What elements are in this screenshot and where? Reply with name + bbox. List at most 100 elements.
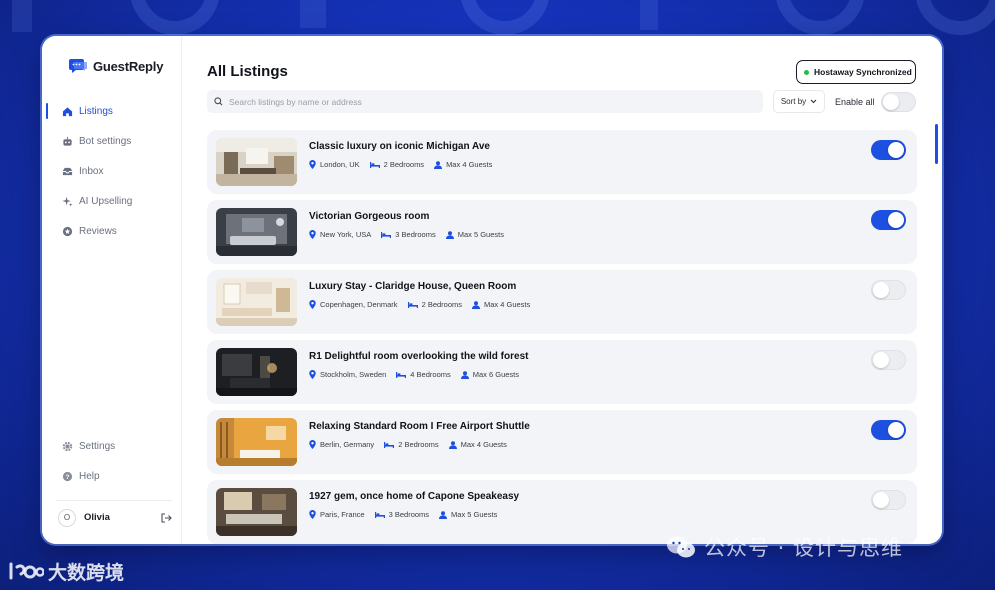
listing-card[interactable]: Victorian Gorgeous room New York, USA 3 … — [207, 200, 917, 264]
listing-card[interactable]: Relaxing Standard Room I Free Airport Sh… — [207, 410, 917, 474]
listing-title: Luxury Stay - Claridge House, Queen Room — [309, 281, 517, 292]
user-name: Olivia — [84, 512, 110, 523]
sort-by-dropdown[interactable]: Sort by — [773, 90, 825, 113]
sidebar-item-settings[interactable]: Settings — [42, 431, 182, 461]
listing-guests: Max 6 Guests — [472, 370, 520, 379]
search-icon — [214, 97, 223, 106]
star-icon — [62, 226, 73, 236]
location-pin-icon — [309, 160, 316, 169]
inbox-icon — [62, 167, 73, 175]
listing-title: 1927 gem, once home of Capone Speakeasy — [309, 491, 520, 502]
brand-logo-icon — [9, 562, 44, 579]
listing-card[interactable]: Classic luxury on iconic Michigan Ave Lo… — [207, 130, 917, 194]
listing-bedrooms: 2 Bedrooms — [398, 440, 439, 449]
location-pin-icon — [309, 230, 316, 239]
search-bar — [207, 90, 763, 113]
listing-toggle[interactable] — [871, 350, 906, 370]
listing-bedrooms: 2 Bedrooms — [421, 300, 462, 309]
listing-location: New York, USA — [320, 230, 372, 239]
bed-icon — [384, 442, 395, 448]
home-icon — [62, 106, 73, 116]
sidebar-item-label: Help — [79, 470, 100, 482]
listing-card[interactable]: Luxury Stay - Claridge House, Queen Room… — [207, 270, 917, 334]
listing-thumbnail — [216, 138, 297, 186]
sidebar-item-listings[interactable]: Listings — [42, 96, 182, 126]
sidebar: GuestReply Listings Bot settings Inbox A… — [42, 36, 182, 544]
watermark-right-text: 公众号 · 设计与思维 — [704, 536, 904, 560]
listing-guests: Max 4 Guests — [460, 440, 507, 449]
listing-card[interactable]: R1 Delightful room overlooking the wild … — [207, 340, 917, 404]
listing-bedrooms: 4 Bedrooms — [410, 370, 451, 379]
listing-location: Stockholm, Sweden — [320, 370, 387, 379]
listing-toggle[interactable] — [871, 210, 906, 230]
location-pin-icon — [309, 370, 316, 379]
enable-all-label: Enable all — [835, 97, 875, 107]
sync-status-badge[interactable]: Hostaway Synchronized — [796, 60, 916, 84]
listing-location: Copenhagen, Denmark — [320, 300, 398, 309]
listing-title: Relaxing Standard Room I Free Airport Sh… — [309, 421, 530, 432]
listing-bedrooms: 3 Bedrooms — [395, 230, 436, 239]
listing-thumbnail — [216, 488, 297, 536]
sidebar-item-bot-settings[interactable]: Bot settings — [42, 126, 182, 156]
enable-all-control: Enable all — [835, 92, 916, 112]
listing-meta: Stockholm, Sweden 4 Bedrooms Max 6 Guest… — [309, 370, 519, 379]
user-profile[interactable]: O Olivia — [56, 500, 172, 534]
sidebar-item-reviews[interactable]: Reviews — [42, 216, 182, 246]
svg-text:?: ? — [66, 473, 70, 480]
enable-all-toggle[interactable] — [880, 92, 916, 112]
bed-icon — [396, 372, 407, 378]
sidebar-bottom-nav: Settings ? Help — [42, 431, 182, 491]
bed-icon — [381, 232, 392, 238]
scrollbar[interactable] — [935, 124, 938, 164]
listing-location: Berlin, Germany — [320, 440, 375, 449]
listings-list: Classic luxury on iconic Michigan Ave Lo… — [207, 130, 917, 544]
search-input[interactable] — [229, 96, 729, 107]
sidebar-item-label: AI Upselling — [79, 195, 133, 207]
listing-meta: Copenhagen, Denmark 2 Bedrooms Max 4 Gue… — [309, 300, 530, 309]
listing-guests: Max 4 Guests — [446, 160, 493, 169]
listing-thumbnail — [216, 278, 297, 326]
avatar: O — [58, 508, 76, 527]
listing-guests: Max 4 Guests — [484, 300, 531, 309]
logout-icon[interactable] — [160, 512, 172, 524]
listing-title: Classic luxury on iconic Michigan Ave — [309, 141, 490, 152]
main-content: All Listings Hostaway Synchronized Sort … — [190, 36, 942, 544]
location-pin-icon — [309, 510, 316, 519]
guest-icon — [445, 230, 454, 239]
wechat-icon — [667, 536, 695, 558]
watermark-left-text: 大数跨境 — [48, 562, 125, 584]
watermark-wechat: 公众号 · 设计与思维 — [666, 532, 903, 562]
sidebar-item-ai-upselling[interactable]: AI Upselling — [42, 186, 182, 216]
listing-toggle[interactable] — [871, 280, 906, 300]
listing-toggle[interactable] — [871, 140, 906, 160]
listing-guests: Max 5 Guests — [451, 510, 498, 519]
chat-logo-icon — [69, 59, 87, 73]
guest-icon — [472, 300, 480, 309]
listing-thumbnail — [216, 348, 297, 396]
sidebar-item-help[interactable]: ? Help — [42, 461, 182, 491]
listing-title: Victorian Gorgeous room — [309, 211, 430, 222]
listing-thumbnail — [216, 418, 297, 466]
app-logo[interactable]: GuestReply — [68, 58, 163, 74]
guest-icon — [460, 370, 469, 379]
watermark-brand: 大数跨境 — [8, 558, 124, 585]
listing-bedrooms: 2 Bedrooms — [383, 160, 425, 169]
chevron-down-icon — [810, 99, 817, 104]
sync-status-label: Hostaway Synchronized — [814, 67, 912, 77]
guest-icon — [434, 160, 443, 169]
bed-icon — [374, 512, 385, 518]
sidebar-item-label: Listings — [79, 105, 113, 117]
listing-title: R1 Delightful room overlooking the wild … — [309, 351, 529, 362]
guest-icon — [448, 440, 457, 449]
sidebar-item-label: Inbox — [79, 165, 104, 177]
listing-guests: Max 5 Guests — [457, 230, 504, 239]
listing-toggle[interactable] — [871, 490, 906, 510]
sort-label: Sort by — [780, 97, 807, 106]
page-title: All Listings — [207, 63, 288, 80]
help-icon: ? — [62, 471, 73, 481]
robot-icon — [63, 136, 72, 146]
sidebar-item-inbox[interactable]: Inbox — [42, 156, 182, 186]
listing-meta: Paris, France 3 Bedrooms Max 5 Guests — [309, 510, 497, 519]
sidebar-item-label: Reviews — [79, 225, 117, 237]
listing-toggle[interactable] — [871, 420, 906, 440]
